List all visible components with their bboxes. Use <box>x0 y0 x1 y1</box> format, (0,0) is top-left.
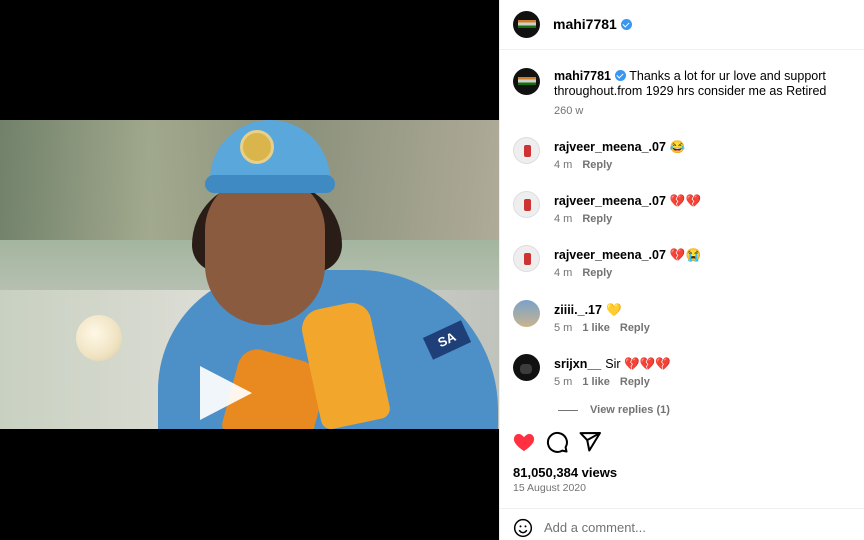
caption-timestamp[interactable]: 260 w <box>554 105 583 117</box>
reply-button[interactable]: Reply <box>582 267 612 279</box>
cap-brim <box>205 175 335 193</box>
emoji-icon[interactable] <box>513 518 533 538</box>
reply-button[interactable]: Reply <box>582 159 612 171</box>
reply-button[interactable]: Reply <box>620 376 650 388</box>
post-details-panel: mahi7781 mahi7781 Thanks a lot for ur lo… <box>499 0 864 540</box>
comment-item: rajveer_meena_.07 💔😭 4 m Reply <box>513 245 853 285</box>
caption-author-avatar[interactable] <box>513 68 540 95</box>
cap-logo <box>240 130 274 164</box>
comment-text: 💛 <box>605 303 622 317</box>
comment-item: rajveer_meena_.07 😂 4 m Reply <box>513 137 853 177</box>
view-replies-button[interactable]: View replies (1) <box>558 404 670 416</box>
comment-likes-count[interactable]: 1 like <box>582 376 610 388</box>
view-replies-label[interactable]: View replies (1) <box>590 404 670 416</box>
add-comment-bar <box>500 508 864 540</box>
comment-likes-count[interactable]: 1 like <box>582 322 610 334</box>
commenter-avatar[interactable] <box>513 300 540 327</box>
comment-text: 💔😭 <box>669 248 702 262</box>
comment-item: ziiii._.17 💛 5 m 1 like Reply <box>513 300 853 340</box>
comment-icon[interactable] <box>545 430 569 454</box>
caption-author-name[interactable]: mahi7781 <box>554 69 611 83</box>
caption-text: mahi7781 Thanks a lot for ur love and su… <box>554 69 854 99</box>
comment-item: rajveer_meena_.07 💔💔 4 m Reply <box>513 191 853 231</box>
comment-text: Sir 💔💔💔 <box>605 357 671 371</box>
author-avatar[interactable] <box>513 11 540 38</box>
commenter-username[interactable]: srijxn__ <box>554 357 601 371</box>
comment-text: 💔💔 <box>669 194 702 208</box>
commenter-avatar[interactable] <box>513 137 540 164</box>
video-player[interactable]: SA <box>0 120 499 429</box>
post-actions <box>500 425 864 460</box>
play-icon[interactable] <box>200 366 252 420</box>
comment-timestamp[interactable]: 4 m <box>554 267 572 279</box>
commenter-username[interactable]: ziiii._.17 <box>554 303 602 317</box>
author-username[interactable]: mahi7781 <box>553 16 632 32</box>
commenter-username[interactable]: rajveer_meena_.07 <box>554 140 666 154</box>
replies-divider <box>558 409 578 411</box>
post-date[interactable]: 15 August 2020 <box>513 482 586 494</box>
share-icon[interactable] <box>578 430 602 454</box>
commenter-username[interactable]: rajveer_meena_.07 <box>554 248 666 262</box>
comment-input[interactable] <box>544 515 844 539</box>
commenter-avatar[interactable] <box>513 354 540 381</box>
comment-text: 😂 <box>669 140 686 154</box>
reply-button[interactable]: Reply <box>620 322 650 334</box>
heart-icon[interactable] <box>512 430 536 454</box>
post-media: SA <box>0 0 499 540</box>
reply-button[interactable]: Reply <box>582 213 612 225</box>
cricketer-face <box>205 175 325 325</box>
comment-timestamp[interactable]: 4 m <box>554 213 572 225</box>
view-count[interactable]: 81,050,384 views <box>513 465 617 480</box>
commenter-username[interactable]: rajveer_meena_.07 <box>554 194 666 208</box>
comment-timestamp[interactable]: 5 m <box>554 322 572 334</box>
author-name-text[interactable]: mahi7781 <box>553 16 617 32</box>
verified-icon <box>614 70 626 81</box>
commenter-avatar[interactable] <box>513 245 540 272</box>
commenter-avatar[interactable] <box>513 191 540 218</box>
post-header: mahi7781 <box>500 0 864 50</box>
verified-icon <box>620 19 632 30</box>
cricket-ball <box>76 315 122 361</box>
comment-item: srijxn__ Sir 💔💔💔 5 m 1 like Reply <box>513 354 853 394</box>
comment-timestamp[interactable]: 5 m <box>554 376 572 388</box>
comment-timestamp[interactable]: 4 m <box>554 159 572 171</box>
